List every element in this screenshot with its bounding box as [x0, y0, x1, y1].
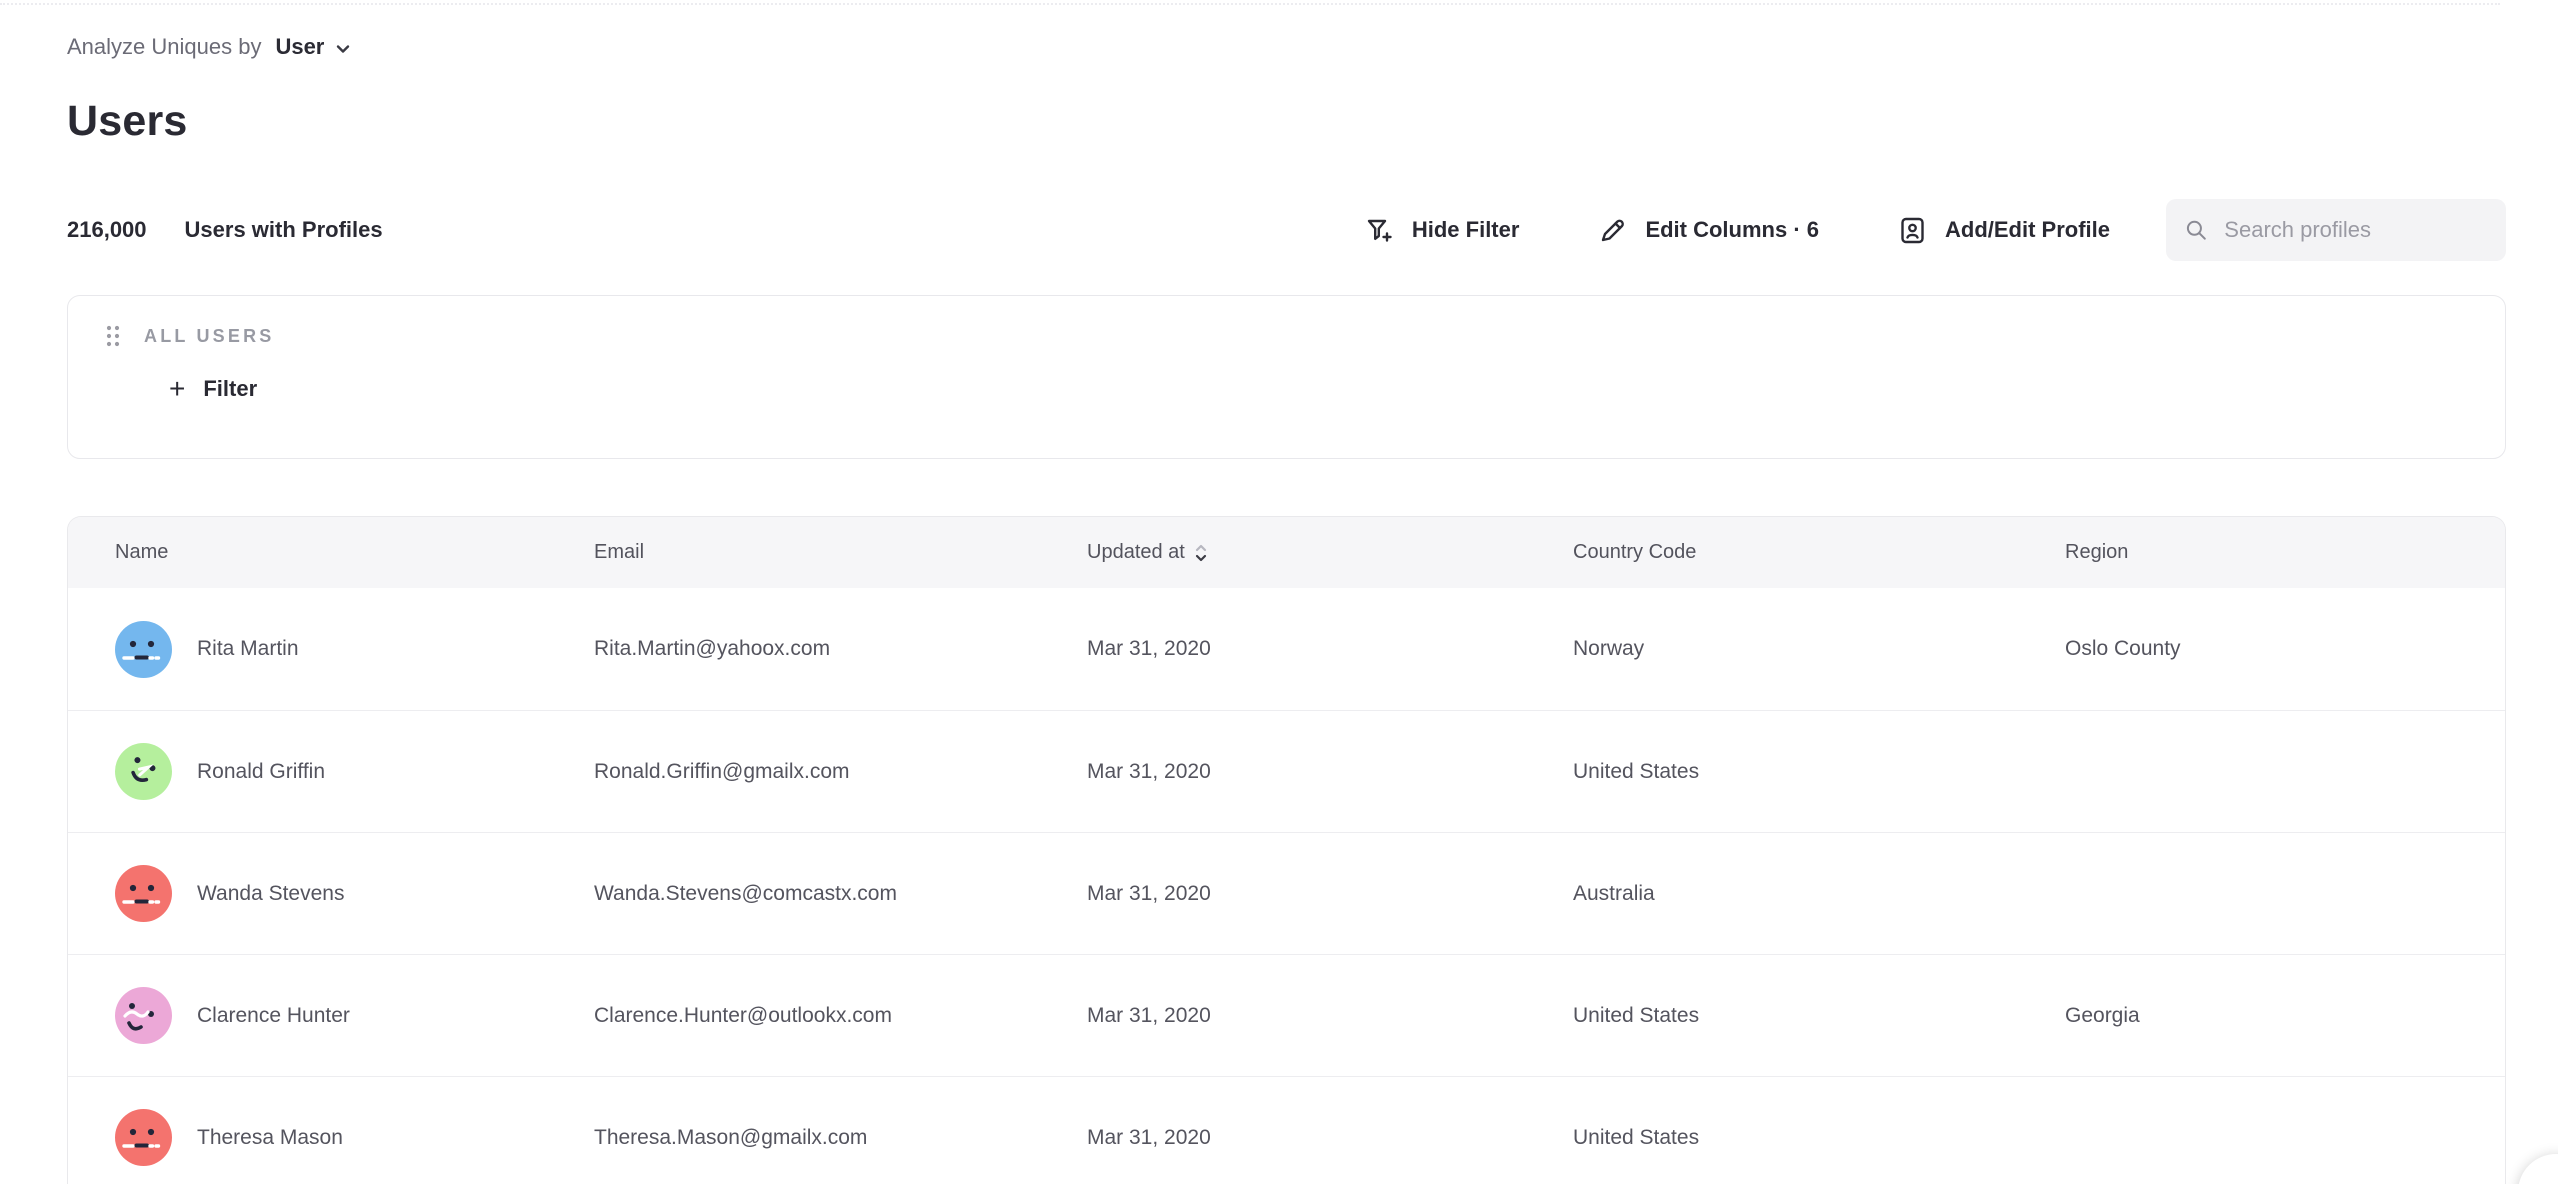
avatar-face-neutral	[115, 865, 172, 922]
country-cell: Norway	[1573, 637, 2065, 661]
profile-name-cell[interactable]: Ronald Griffin	[115, 743, 594, 800]
avatar-face-neutral	[115, 621, 172, 678]
profile-name: Clarence Hunter	[197, 1004, 350, 1028]
email-cell: Clarence.Hunter@outlookx.com	[594, 1004, 1087, 1028]
country-cell: United States	[1573, 1126, 2065, 1150]
plus-icon: +	[169, 379, 185, 399]
updated-at-cell: Mar 31, 2020	[1087, 760, 1573, 784]
email-cell: Ronald.Griffin@gmailx.com	[594, 760, 1087, 784]
avatar	[115, 743, 172, 800]
country-cell: Australia	[1573, 882, 2065, 906]
users-table: Name Email Updated at Country Code Regio…	[67, 516, 2506, 1184]
search-icon	[2184, 216, 2208, 244]
table-row[interactable]: Clarence Hunter Clarence.Hunter@outlookx…	[68, 954, 2505, 1076]
region-cell: Georgia	[2065, 1004, 2505, 1028]
avatar	[115, 987, 172, 1044]
avatar	[115, 1109, 172, 1166]
add-filter-button[interactable]: + Filter	[169, 376, 257, 402]
country-cell: United States	[1573, 760, 2065, 784]
top-dotted-divider	[0, 3, 2500, 5]
hide-filter-label: Hide Filter	[1412, 217, 1520, 243]
filter-panel: ALL USERS + Filter	[67, 295, 2506, 459]
country-cell: United States	[1573, 1004, 2065, 1028]
profile-name: Rita Martin	[197, 637, 299, 661]
funnel-plus-icon	[1364, 215, 1395, 246]
email-cell: Wanda.Stevens@comcastx.com	[594, 882, 1087, 906]
column-header-country-code[interactable]: Country Code	[1573, 541, 2065, 564]
table-header-row: Name Email Updated at Country Code Regio…	[68, 517, 2505, 588]
profile-name-cell[interactable]: Rita Martin	[115, 621, 594, 678]
avatar	[115, 621, 172, 678]
breadcrumb: Analyze Uniques by User	[67, 33, 2506, 61]
all-users-label: ALL USERS	[144, 326, 274, 347]
profile-name-cell[interactable]: Wanda Stevens	[115, 865, 594, 922]
hide-filter-button[interactable]: Hide Filter	[1364, 215, 1520, 246]
users-page: Analyze Uniques by User Users 216,000 Us…	[0, 0, 2558, 1184]
analyze-uniques-label: Analyze Uniques by	[67, 34, 261, 60]
add-edit-profile-button[interactable]: Add/Edit Profile	[1897, 215, 2110, 246]
profile-name: Ronald Griffin	[197, 760, 325, 784]
table-row[interactable]: Wanda Stevens Wanda.Stevens@comcastx.com…	[68, 832, 2505, 954]
search-profiles-input[interactable]	[2224, 217, 2488, 243]
filter-group-header: ALL USERS	[103, 323, 2505, 349]
profile-name: Theresa Mason	[197, 1126, 343, 1150]
table-row[interactable]: Ronald Griffin Ronald.Griffin@gmailx.com…	[68, 710, 2505, 832]
toolbar: Hide Filter Edit Columns · 6 Add/Edit Pr…	[1364, 199, 2506, 261]
table-row[interactable]: Theresa Mason Theresa.Mason@gmailx.com M…	[68, 1076, 2505, 1184]
pencil-icon	[1597, 215, 1628, 246]
profile-name-cell[interactable]: Clarence Hunter	[115, 987, 594, 1044]
column-header-region[interactable]: Region	[2065, 541, 2505, 564]
edit-columns-label: Edit Columns · 6	[1645, 217, 1819, 243]
add-edit-profile-label: Add/Edit Profile	[1945, 217, 2110, 243]
avatar-face-wink	[115, 987, 172, 1044]
profile-card-icon	[1897, 215, 1928, 246]
updated-at-cell: Mar 31, 2020	[1087, 637, 1573, 661]
chevron-down-icon[interactable]	[333, 39, 353, 59]
user-count: 216,000	[67, 217, 147, 243]
avatar-face-neutral	[115, 1109, 172, 1166]
column-header-email[interactable]: Email	[594, 541, 1087, 564]
avatar	[115, 865, 172, 922]
edit-columns-button[interactable]: Edit Columns · 6	[1597, 215, 1819, 246]
analyze-uniques-value[interactable]: User	[275, 34, 324, 60]
profile-name-cell[interactable]: Theresa Mason	[115, 1109, 594, 1166]
avatar-face-smile	[115, 743, 172, 800]
drag-handle-icon[interactable]	[103, 323, 123, 349]
stats-toolbar-row: 216,000 Users with Profiles Hide Filter …	[67, 199, 2506, 261]
sort-icon[interactable]	[1193, 542, 1209, 564]
updated-at-cell: Mar 31, 2020	[1087, 1004, 1573, 1028]
email-cell: Theresa.Mason@gmailx.com	[594, 1126, 1087, 1150]
user-count-label: Users with Profiles	[185, 217, 383, 243]
column-header-name[interactable]: Name	[115, 541, 594, 564]
search-profiles-box[interactable]	[2166, 199, 2506, 261]
help-fab-button[interactable]	[2518, 1154, 2558, 1184]
table-row[interactable]: Rita Martin Rita.Martin@yahoox.com Mar 3…	[68, 588, 2505, 710]
profile-name: Wanda Stevens	[197, 882, 344, 906]
add-filter-label: Filter	[203, 376, 257, 402]
page-title: Users	[67, 97, 2506, 146]
updated-at-cell: Mar 31, 2020	[1087, 1126, 1573, 1150]
region-cell: Oslo County	[2065, 637, 2505, 661]
column-header-updated-at[interactable]: Updated at	[1087, 541, 1573, 564]
user-count-group: 216,000 Users with Profiles	[67, 217, 383, 243]
email-cell: Rita.Martin@yahoox.com	[594, 637, 1087, 661]
updated-at-cell: Mar 31, 2020	[1087, 882, 1573, 906]
